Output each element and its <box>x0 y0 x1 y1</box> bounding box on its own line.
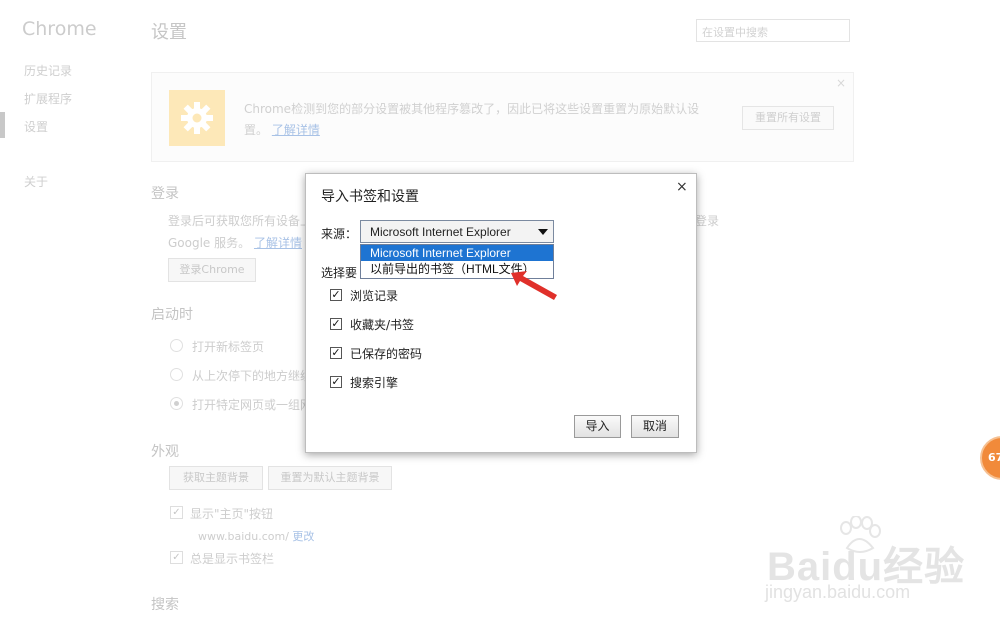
home-url-row: www.baidu.com/ 更改 <box>198 528 314 544</box>
import-dialog: 导入书签和设置 × 来源： Microsoft Internet Explore… <box>305 173 697 453</box>
source-label: 来源： <box>321 227 358 241</box>
search-input[interactable]: 在设置中搜索 <box>696 19 850 42</box>
source-selected-value: Microsoft Internet Explorer <box>370 225 511 239</box>
favorites-label: 收藏夹/书签 <box>350 318 415 332</box>
signin-desc-tail: 登录 <box>695 214 720 228</box>
annotation-arrow-icon <box>511 271 557 300</box>
history-label: 浏览记录 <box>350 289 399 303</box>
show-home-label: 显示"主页"按钮 <box>190 507 274 521</box>
sidebar-item-history[interactable]: 历史记录 <box>24 62 72 79</box>
signin-desc-line1: 登录后可获取您所有设备上 <box>168 214 313 228</box>
favorites-checkbox[interactable]: ✓ <box>330 318 342 330</box>
gear-icon <box>169 90 225 146</box>
show-home-checkbox[interactable]: ✓ <box>170 506 183 519</box>
alert-close-icon[interactable]: × <box>836 76 846 90</box>
passwords-label: 已保存的密码 <box>350 347 423 361</box>
search-section-title: 搜索 <box>151 597 179 613</box>
brand-title: Chrome <box>22 18 97 40</box>
startup-radio-continue[interactable] <box>170 368 183 381</box>
source-option-ie[interactable]: Microsoft Internet Explorer <box>361 245 553 261</box>
signin-section-title: 登录 <box>151 186 179 202</box>
cancel-button[interactable]: 取消 <box>631 415 679 438</box>
home-url: www.baidu.com/ <box>198 530 289 543</box>
baidu-watermark-logo: Baidu经验 jingyan.baidu.com <box>765 516 997 616</box>
get-themes-button[interactable]: 获取主题背景 <box>169 466 263 490</box>
signin-chrome-button[interactable]: 登录Chrome <box>168 258 256 282</box>
source-select[interactable]: Microsoft Internet Explorer <box>360 220 554 243</box>
sidebar-item-settings[interactable]: 设置 <box>24 118 48 135</box>
signin-learn-more-link[interactable]: 了解详情 <box>254 236 302 250</box>
watermark-url: jingyan.baidu.com <box>765 582 911 602</box>
dialog-title: 导入书签和设置 <box>321 189 419 205</box>
alert-message: Chrome检测到您的部分设置被其他程序篡改了，因此已将这些设置重置为原始默认设… <box>244 99 704 141</box>
appearance-section-title: 外观 <box>151 444 179 460</box>
chevron-down-icon <box>538 229 548 235</box>
reset-theme-button[interactable]: 重置为默认主题背景 <box>268 466 392 490</box>
search-engines-checkbox[interactable]: ✓ <box>330 376 342 388</box>
alert-learn-more-link[interactable]: 了解详情 <box>272 123 320 137</box>
signin-desc-line2: Google 服务。 了解详情 <box>168 234 302 251</box>
search-engines-label: 搜索引擎 <box>350 376 399 390</box>
startup-radio-specific[interactable] <box>170 397 183 410</box>
show-bookmarks-checkbox[interactable]: ✓ <box>170 551 183 564</box>
active-indicator <box>0 112 5 138</box>
import-button[interactable]: 导入 <box>574 415 621 438</box>
startup-section-title: 启动时 <box>151 307 193 323</box>
sidebar-item-extensions[interactable]: 扩展程序 <box>24 90 72 107</box>
reset-all-settings-button[interactable]: 重置所有设置 <box>742 106 834 130</box>
settings-reset-alert: Chrome检测到您的部分设置被其他程序篡改了，因此已将这些设置重置为原始默认设… <box>151 72 854 162</box>
dialog-close-icon[interactable]: × <box>676 179 688 195</box>
sidebar-item-about[interactable]: 关于 <box>24 173 48 190</box>
home-change-link[interactable]: 更改 <box>292 530 314 543</box>
startup-option-continue: 从上次停下的地方继续 <box>192 369 313 383</box>
choose-items-label: 选择要 <box>321 266 358 280</box>
history-checkbox[interactable]: ✓ <box>330 289 342 301</box>
sidebar: Chrome 历史记录 扩展程序 设置 关于 <box>0 0 120 624</box>
startup-option-newtab: 打开新标签页 <box>192 340 265 354</box>
show-bookmarks-label: 总是显示书签栏 <box>190 552 275 566</box>
signin-desc-text: Google 服务。 <box>168 236 251 250</box>
passwords-checkbox[interactable]: ✓ <box>330 347 342 359</box>
startup-radio-newtab[interactable] <box>170 339 183 352</box>
page-title: 设置 <box>151 22 187 43</box>
